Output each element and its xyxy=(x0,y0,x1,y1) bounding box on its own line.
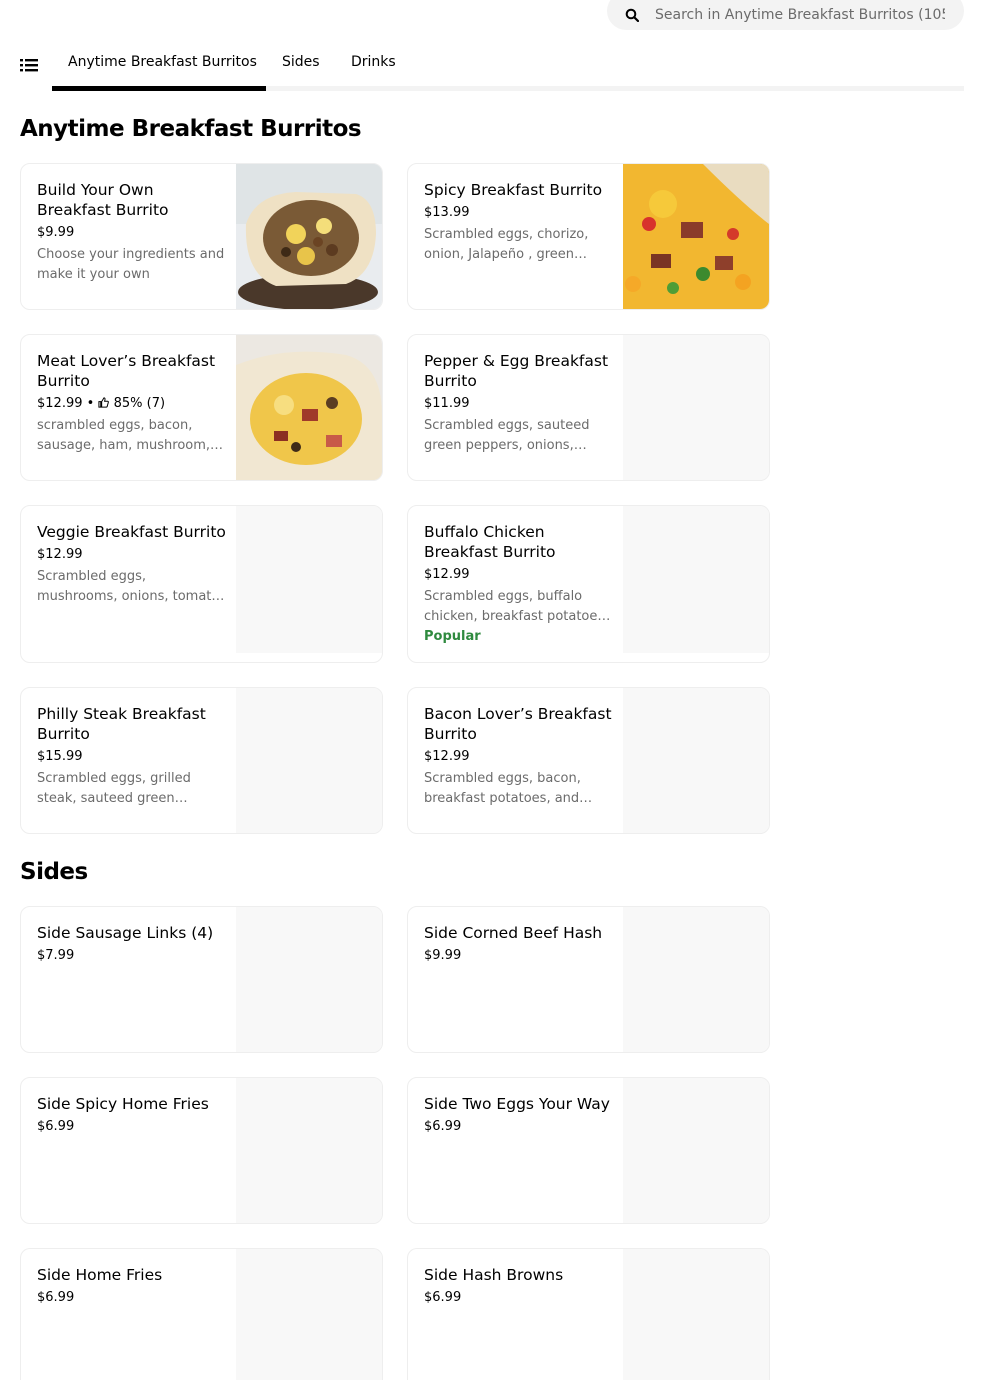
item-description: Scrambled eggs, grilled steak, sauteed g… xyxy=(37,771,191,806)
item-image-placeholder xyxy=(236,688,382,833)
item-price: $6.99 xyxy=(37,1290,75,1305)
search-bar[interactable] xyxy=(607,0,964,30)
menu-item-card[interactable]: Veggie Breakfast Burrito $12.99 Scramble… xyxy=(20,505,383,663)
menu-item-card[interactable]: Build Your Own Breakfast Burrito $9.99 C… xyxy=(20,163,383,310)
item-name: Philly Steak Breakfast Burrito xyxy=(37,705,206,743)
search-icon xyxy=(625,8,639,22)
menu-item-card[interactable]: Side Home Fries $6.99 xyxy=(20,1248,383,1380)
category-nav: Anytime Breakfast Burritos Sides Drinks xyxy=(0,40,984,92)
menu-item-card[interactable]: Meat Lover’s Breakfast Burrito $12.99 • … xyxy=(20,334,383,481)
item-name: Side Spicy Home Fries xyxy=(37,1095,209,1113)
item-price: $11.99 xyxy=(424,396,470,411)
tab-drinks[interactable]: Drinks xyxy=(351,54,396,70)
item-name: Side Hash Browns xyxy=(424,1266,564,1284)
item-rating: 85% (7) xyxy=(113,396,166,411)
item-price: $13.99 xyxy=(424,205,470,220)
tab-anytime-breakfast-burritos[interactable]: Anytime Breakfast Burritos xyxy=(68,54,257,70)
item-name: Side Two Eggs Your Way xyxy=(424,1095,610,1113)
item-price: $15.99 xyxy=(37,749,83,764)
item-price: $12.99 xyxy=(37,396,83,411)
menu-item-card[interactable]: Side Hash Browns $6.99 xyxy=(407,1248,770,1380)
item-name: Spicy Breakfast Burrito xyxy=(424,181,603,199)
burrito-wrap-photo xyxy=(236,164,382,309)
spicy-burrito-photo xyxy=(623,164,769,309)
item-description: Scrambled eggs, chorizo, onion, Jalapeño… xyxy=(424,227,589,262)
active-tab-indicator xyxy=(52,86,266,91)
menu-item-card[interactable]: Side Sausage Links (4) $7.99 xyxy=(20,906,383,1053)
search-input[interactable] xyxy=(655,7,945,23)
item-name: Side Corned Beef Hash xyxy=(424,924,603,942)
item-image-placeholder xyxy=(623,506,769,653)
item-description: Choose your ingredients and make it your… xyxy=(37,247,225,282)
menu-list-icon[interactable] xyxy=(20,57,38,73)
item-description: Scrambled eggs, mushrooms, onions, tomat… xyxy=(37,569,225,604)
item-price: $7.99 xyxy=(37,948,75,963)
item-description: scrambled eggs, bacon, sausage, ham, mus… xyxy=(37,418,224,453)
section-title-burritos: Anytime Breakfast Burritos xyxy=(20,116,362,142)
item-image-placeholder xyxy=(623,1249,769,1380)
item-description: Scrambled eggs, sauteed green peppers, o… xyxy=(424,418,590,453)
item-name: Bacon Lover’s Breakfast Burrito xyxy=(424,705,612,743)
item-name: Side Sausage Links (4) xyxy=(37,924,214,942)
menu-item-card[interactable]: Pepper & Egg Breakfast Burrito $11.99 Sc… xyxy=(407,334,770,481)
item-price: $12.99 xyxy=(424,749,470,764)
menu-item-card[interactable]: Bacon Lover’s Breakfast Burrito $12.99 S… xyxy=(407,687,770,834)
item-name: Build Your Own Breakfast Burrito xyxy=(37,181,169,219)
item-image-placeholder xyxy=(236,1078,382,1223)
item-name: Buffalo Chicken Breakfast Burrito xyxy=(424,523,556,561)
menu-item-card[interactable]: Side Spicy Home Fries $6.99 xyxy=(20,1077,383,1224)
item-price: $9.99 xyxy=(424,948,462,963)
item-price: $12.99 xyxy=(37,547,83,562)
item-name: Pepper & Egg Breakfast Burrito xyxy=(424,352,609,390)
item-name: Side Home Fries xyxy=(37,1266,163,1284)
item-price: $6.99 xyxy=(424,1119,462,1134)
meat-burrito-photo xyxy=(236,335,382,480)
section-title-sides: Sides xyxy=(20,859,88,885)
item-price: $12.99 xyxy=(424,567,470,582)
item-image-placeholder xyxy=(236,506,382,653)
item-description: Scrambled eggs, buffalo chicken, breakfa… xyxy=(424,589,611,624)
item-image-placeholder xyxy=(236,907,382,1052)
tab-sides[interactable]: Sides xyxy=(282,54,320,70)
item-description: Scrambled eggs, bacon, breakfast potatoe… xyxy=(424,771,593,806)
item-price-rating: $12.99 • 85% (7) xyxy=(37,396,227,412)
popular-badge: Popular xyxy=(424,629,481,644)
menu-item-card[interactable]: Side Corned Beef Hash $9.99 xyxy=(407,906,770,1053)
item-price: $6.99 xyxy=(424,1290,462,1305)
item-image-placeholder xyxy=(623,688,769,833)
item-name: Veggie Breakfast Burrito xyxy=(37,523,226,541)
thumbs-up-icon xyxy=(98,397,110,408)
item-image-placeholder xyxy=(623,1078,769,1223)
item-price: $9.99 xyxy=(37,225,75,240)
item-image-placeholder xyxy=(236,1249,382,1380)
item-name: Meat Lover’s Breakfast Burrito xyxy=(37,352,216,390)
menu-item-card[interactable]: Buffalo Chicken Breakfast Burrito $12.99… xyxy=(407,505,770,663)
menu-item-card[interactable]: Philly Steak Breakfast Burrito $15.99 Sc… xyxy=(20,687,383,834)
menu-item-card[interactable]: Spicy Breakfast Burrito $13.99 Scrambled… xyxy=(407,163,770,310)
separator-dot: • xyxy=(86,396,99,411)
item-image-placeholder xyxy=(623,907,769,1052)
item-image-placeholder xyxy=(623,335,769,480)
menu-item-card[interactable]: Side Two Eggs Your Way $6.99 xyxy=(407,1077,770,1224)
item-price: $6.99 xyxy=(37,1119,75,1134)
